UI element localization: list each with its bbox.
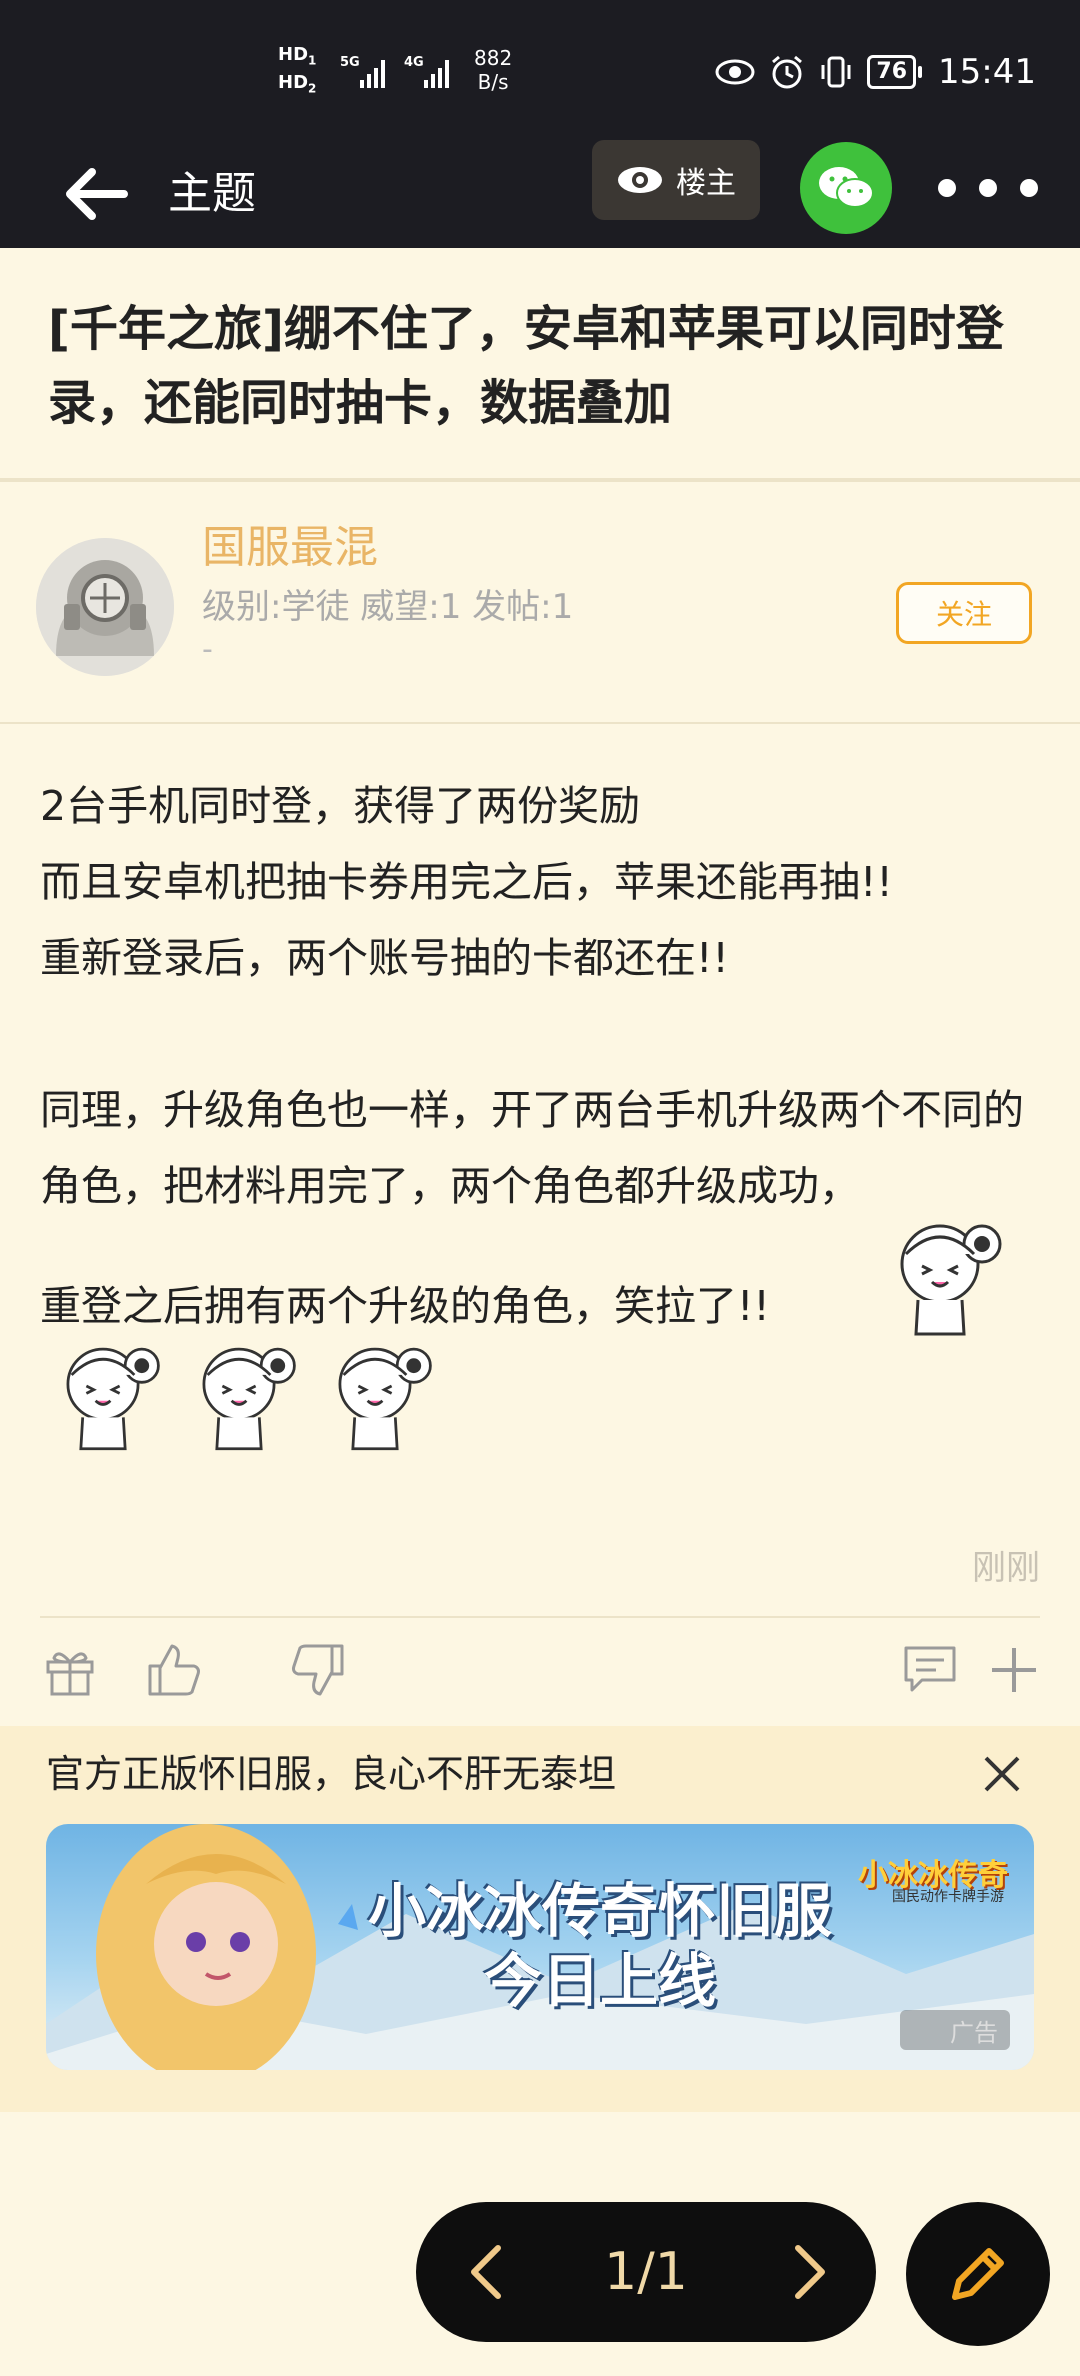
ad-banner[interactable]: 小冰冰传奇怀旧服 今日上线 小冰冰传奇 国民动作卡牌手游 广告	[46, 1824, 1034, 2070]
page-title: 主题	[168, 168, 256, 219]
chevron-right-icon[interactable]	[776, 2242, 836, 2302]
only-owner-button[interactable]: 楼主	[592, 140, 760, 220]
svg-text:5G: 5G	[340, 55, 360, 70]
top-nav-bar: 主题 楼主	[0, 140, 1080, 248]
network-indicator: HD1 HD2	[278, 44, 317, 96]
hd-label: HD	[278, 44, 309, 65]
sticker-row	[38, 1338, 440, 1458]
diving-helmet-avatar-icon	[36, 538, 174, 676]
follow-button[interactable]: 关注	[896, 582, 1032, 644]
post-line: 2台手机同时登，获得了两份奖励	[40, 782, 641, 830]
eye-icon	[618, 167, 662, 193]
only-owner-label: 楼主	[676, 166, 736, 201]
status-bar: HD1 HD2 5G 4G 882 B/s 76 15:41	[0, 0, 1080, 142]
svg-text:4G: 4G	[404, 55, 424, 70]
network-speed: 882 B/s	[474, 46, 513, 94]
laughing-girl-sticker-icon	[66, 1347, 160, 1451]
divider	[40, 1616, 1040, 1618]
pagination-control: 1/1	[416, 2202, 876, 2342]
post-line: 而且安卓机把抽卡券用完之后，苹果还能再抽!!	[40, 858, 893, 906]
more-dot-icon	[938, 179, 956, 197]
back-arrow-icon[interactable]	[62, 164, 132, 224]
ad-section: 官方正版怀旧服，良心不肝无泰坦 小冰冰传奇怀旧服 今日上线 小冰冰传奇 国民动作…	[0, 1726, 1080, 2112]
more-options-button[interactable]	[938, 170, 1038, 206]
post-timestamp: 刚刚	[972, 1548, 1040, 1588]
ad-banner-title: 小冰冰传奇怀旧服	[368, 1877, 833, 1945]
author-name[interactable]: 国服最混	[202, 518, 378, 578]
more-dot-icon	[1020, 179, 1038, 197]
clock: 15:41	[938, 52, 1036, 92]
more-dot-icon	[979, 179, 997, 197]
reply-edit-button[interactable]	[906, 2202, 1050, 2346]
battery-indicator: 76	[867, 55, 922, 89]
author-signature: -	[202, 632, 213, 667]
author-avatar[interactable]	[36, 538, 174, 676]
pencil-icon	[952, 2248, 1004, 2300]
thumbs-up-icon[interactable]	[144, 1640, 204, 1700]
ad-label-badge: 广告	[900, 2010, 1010, 2050]
vibrate-icon	[821, 56, 851, 88]
author-section: 国服最混 级别:学徒 威望:1 发帖:1 - 关注	[0, 482, 1080, 722]
thumbs-down-icon[interactable]	[288, 1640, 348, 1700]
eye-comfort-icon	[715, 59, 755, 85]
post-line: 重新登录后，两个账号抽的卡都还在!!	[40, 934, 729, 982]
alarm-icon	[772, 55, 803, 89]
laughing-girl-sticker-icon	[900, 1224, 1002, 1336]
post-title: [千年之旅]绷不住了，安卓和苹果可以同时登录，还能同时抽卡，数据叠加	[48, 301, 1004, 431]
close-icon[interactable]	[980, 1752, 1024, 1796]
signal-4g-icon: 4G	[404, 55, 449, 88]
comment-icon[interactable]	[900, 1640, 960, 1700]
hd-label: HD	[278, 71, 309, 93]
laughing-girl-sticker-icon	[202, 1347, 296, 1451]
author-stats: 级别:学徒 威望:1 发帖:1	[202, 587, 574, 627]
ad-headline[interactable]: 官方正版怀旧服，良心不肝无泰坦	[46, 1744, 616, 1804]
post-action-bar	[0, 1640, 1080, 1710]
wechat-icon	[819, 167, 874, 208]
gift-icon[interactable]	[40, 1640, 100, 1700]
divider	[0, 722, 1080, 724]
ad-game-logo-tagline: 国民动作卡牌手游	[892, 1889, 1004, 1905]
signal-5g-icon: 5G	[340, 55, 385, 88]
post-line	[40, 996, 1050, 1072]
plus-icon[interactable]	[984, 1640, 1044, 1700]
ad-banner-subtitle: 今日上线	[484, 1947, 717, 2015]
laughing-girl-sticker-icon	[338, 1347, 432, 1451]
post-line: 同理，升级角色也一样，开了两台手机升级两个不同的角色，把材料用完了，两个角色都升…	[40, 1086, 1024, 1210]
wechat-share-button[interactable]	[800, 142, 892, 234]
